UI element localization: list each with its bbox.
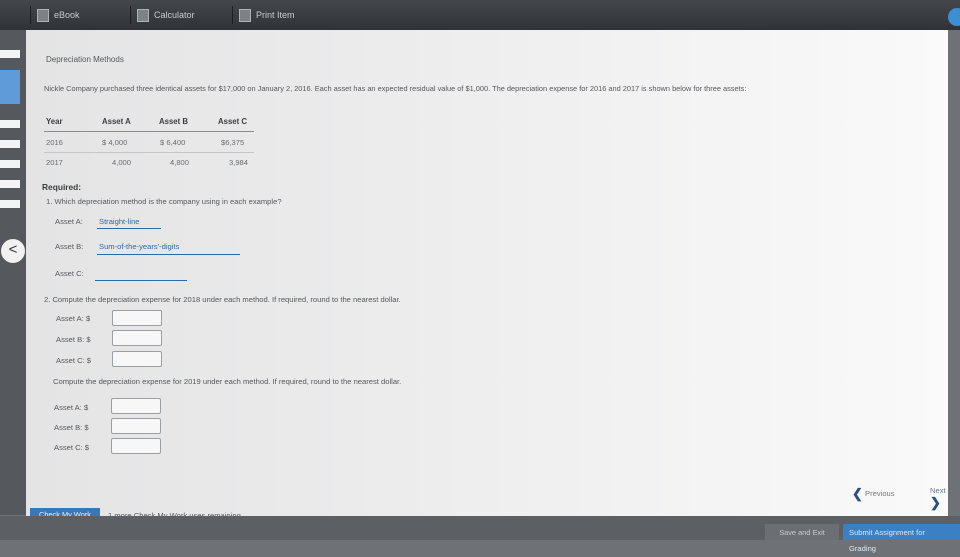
q1-asset-b-underline <box>97 254 240 255</box>
rail-tab[interactable] <box>0 200 20 208</box>
table-header-year: Year <box>46 117 63 126</box>
required-heading: Required: <box>42 182 82 192</box>
q3-asset-b-label: Asset B: $ <box>54 423 89 432</box>
q3-asset-b-input[interactable] <box>111 418 161 434</box>
ebook-tool[interactable]: eBook <box>30 6 132 24</box>
q3-asset-a-input[interactable] <box>111 398 161 414</box>
table-cell: 2017 <box>46 158 63 167</box>
rail-tab[interactable] <box>0 120 20 128</box>
q2-asset-a-input[interactable] <box>112 310 162 326</box>
q2-asset-b-label: Asset B: $ <box>56 335 91 344</box>
calculator-icon <box>137 9 149 23</box>
help-button[interactable] <box>948 8 960 26</box>
submit-assignment-button[interactable]: Submit Assignment for Grading <box>843 524 960 553</box>
top-toolbar: eBook Calculator Print Item <box>0 0 960 30</box>
calculator-label: Calculator <box>154 10 195 20</box>
table-cell: 4,000 <box>112 158 132 167</box>
table-header-rule <box>44 131 254 132</box>
book-icon <box>37 9 49 23</box>
left-rail <box>0 30 26 515</box>
next-button[interactable]: Next ❯ <box>930 486 948 511</box>
rail-tab[interactable] <box>0 140 20 148</box>
chevron-left-icon: < <box>8 241 18 258</box>
q1-asset-b-label: Asset B: <box>55 242 84 251</box>
q1-asset-a-underline <box>97 228 161 229</box>
save-and-exit-button[interactable]: Save and Exit <box>765 524 839 540</box>
next-label: Next <box>930 486 946 495</box>
print-label: Print Item <box>256 10 295 20</box>
table-cell: $6,375 <box>221 138 245 147</box>
problem-intro: Nickle Company purchased three identical… <box>44 84 747 93</box>
print-tool[interactable]: Print Item <box>232 6 334 24</box>
previous-label: Previous <box>865 489 895 498</box>
q1-asset-b-answer[interactable]: Sum-of-the-years'-digits <box>99 242 179 251</box>
question-panel: Depreciation Methods Nickle Company purc… <box>26 30 948 522</box>
previous-button[interactable]: ❮ Previous <box>852 486 895 502</box>
table-cell: $ 4,000 <box>102 138 128 147</box>
q1-asset-a-answer[interactable]: Straight-line <box>99 217 140 226</box>
table-row-rule <box>44 152 254 153</box>
q1-asset-c-label: Asset C: <box>55 269 84 278</box>
q2-asset-b-input[interactable] <box>112 330 162 346</box>
q2-asset-a-label: Asset A: $ <box>56 314 91 323</box>
table-header-asset-a: Asset A <box>102 117 131 126</box>
table-cell: $ 6,400 <box>160 138 186 147</box>
ebook-label: eBook <box>54 10 80 20</box>
table-header-asset-c: Asset C <box>218 117 248 126</box>
chevron-left-icon: ❮ <box>852 486 863 501</box>
table-cell: 2016 <box>46 138 63 147</box>
table-header-asset-b: Asset B <box>159 117 189 126</box>
q2-asset-c-input[interactable] <box>112 351 162 367</box>
rail-tab[interactable] <box>0 180 20 188</box>
section-title: Depreciation Methods <box>46 55 124 64</box>
rail-tab-active[interactable] <box>0 70 20 104</box>
q3-asset-c-label: Asset C: $ <box>54 443 90 452</box>
q3-asset-a-label: Asset A: $ <box>54 403 89 412</box>
question-3: Compute the depreciation expense for 201… <box>53 377 402 386</box>
table-cell: 4,800 <box>170 158 190 167</box>
question-2: 2. Compute the depreciation expense for … <box>44 295 401 304</box>
print-icon <box>239 9 251 23</box>
q3-asset-c-input[interactable] <box>111 438 161 454</box>
q1-asset-a-label: Asset A: <box>55 217 83 226</box>
q1-asset-c-dropdown[interactable] <box>95 280 187 281</box>
back-arrow-button[interactable]: < <box>0 238 26 264</box>
q2-asset-c-label: Asset C: $ <box>56 356 92 365</box>
rail-tab[interactable] <box>0 160 20 168</box>
rail-tab[interactable] <box>0 50 20 58</box>
table-cell: 3,984 <box>229 158 249 167</box>
question-1: 1. Which depreciation method is the comp… <box>46 197 282 206</box>
chevron-right-icon: ❯ <box>930 495 941 510</box>
calculator-tool[interactable]: Calculator <box>130 6 232 24</box>
